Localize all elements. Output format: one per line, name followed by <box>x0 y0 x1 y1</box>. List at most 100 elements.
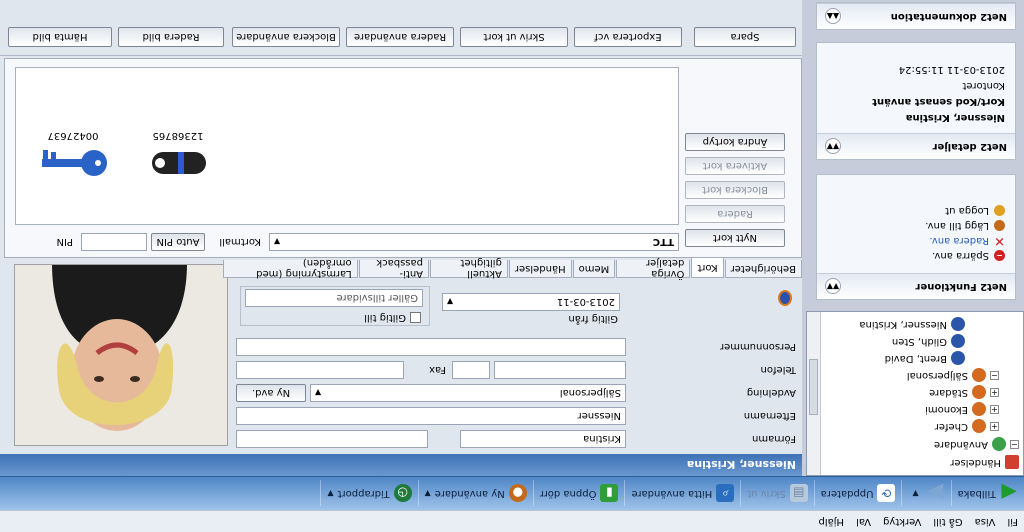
tab-alarm-control[interactable]: Larmstyrning (med områden) <box>222 258 358 280</box>
docs-panel-header[interactable]: Net2 dokumentation ▲▲ <box>817 3 1015 29</box>
print-button[interactable]: ▤ Skriv ut <box>740 480 814 507</box>
tree-item-user[interactable]: Glidh, Sten <box>892 333 965 350</box>
menu-bar: Fil Visa Gå till Verktyg Val Hjälp <box>0 510 1024 532</box>
tree-item-users[interactable]: − Användare <box>934 436 1019 453</box>
personnummer-field[interactable] <box>236 338 626 356</box>
export-vcf-button[interactable]: Exportera vcf <box>574 27 682 47</box>
department-select[interactable]: Säljpersonal <box>310 384 626 402</box>
card-format-select[interactable]: TTC <box>269 233 679 251</box>
fax-field[interactable] <box>236 361 404 379</box>
logout-link[interactable]: Logga ut <box>817 203 1015 218</box>
find-users-button[interactable]: ⌕ Hitta användare <box>624 480 741 507</box>
new-department-button[interactable]: Ny avd. <box>236 384 306 402</box>
back-arrow-icon: ◀ <box>1001 481 1017 506</box>
refresh-button[interactable]: ⟳ Uppdatera <box>813 480 902 507</box>
add-user-link[interactable]: Lägg till anv. <box>817 218 1015 233</box>
valid-to-field[interactable]: Gäller tillsvidare <box>245 289 423 307</box>
menu-view[interactable]: Visa <box>975 516 996 527</box>
menu-goto[interactable]: Gå till <box>933 516 962 527</box>
phone-field[interactable] <box>494 361 626 379</box>
chevron-down-icon[interactable]: ▼▼ <box>825 278 841 295</box>
valid-to-checkbox[interactable] <box>410 312 421 323</box>
search-icon: ⌕ <box>716 484 735 503</box>
expand-icon[interactable]: + <box>990 405 999 414</box>
key-token[interactable]: 00427637 <box>38 130 108 180</box>
first-name-field[interactable]: Kristina <box>460 430 626 448</box>
tab-card[interactable]: Kort <box>691 258 724 278</box>
menu-tools[interactable]: Verktyg <box>883 516 921 527</box>
tree-item-sales[interactable]: − Säljpersonal <box>907 367 999 384</box>
block-user-link[interactable]: − Spärra anv. <box>817 248 1015 263</box>
user-details-area: Förnamn Kristina Efternamn Niessner Avde… <box>0 56 802 454</box>
time-report-button[interactable]: ◷ Tidrapport ▼ <box>320 480 418 507</box>
delete-user-link[interactable]: ✕ Radera anv. <box>817 233 1015 248</box>
valid-from-field[interactable]: 2013-03-11 <box>442 293 620 311</box>
tree-scroll-thumb[interactable] <box>809 359 818 415</box>
tree-item-user-selected[interactable]: Niessner, Kristina <box>859 316 965 333</box>
chevron-down-icon[interactable]: ▼▼ <box>825 138 841 155</box>
key-number: 00427637 <box>47 130 99 141</box>
app-window: Fil Visa Gå till Verktyg Val Hjälp ◀ Til… <box>0 0 1024 532</box>
functions-panel-title: Net2 Funktioner <box>915 281 1007 292</box>
auto-pin-button[interactable]: Auto PIN <box>151 233 205 251</box>
forward-button[interactable]: ▶ ▼ <box>901 480 951 507</box>
last-name-field[interactable]: Niessner <box>236 407 626 425</box>
delete-photo-button[interactable]: Radera bild <box>118 27 224 47</box>
functions-panel-header[interactable]: Net2 Funktioner ▼▼ <box>817 273 1015 299</box>
portrait-image <box>14 264 227 445</box>
change-card-type-button[interactable]: Ändra kortyp <box>685 133 785 151</box>
new-card-button[interactable]: Nytt kort <box>685 229 785 247</box>
main-toolbar: ◀ Tillbaka ▶ ▼ ⟳ Uppdatera ▤ Skriv ut ⌕ H… <box>0 476 1024 510</box>
user-header: Niessner, Kristina <box>0 454 802 476</box>
activate-card-button[interactable]: Aktivera kort <box>685 157 785 175</box>
tree-scrollbar[interactable] <box>807 312 821 475</box>
user-icon <box>951 334 965 349</box>
get-photo-button[interactable]: Hämta bild <box>8 27 112 47</box>
key-icon <box>42 150 107 176</box>
tab-current-validity[interactable]: Aktuell giltighet <box>430 258 508 280</box>
tab-other-details[interactable]: Övriga detaljer <box>616 258 691 280</box>
print-card-button[interactable]: Skriv ut kort <box>460 27 568 47</box>
phone-ext-field[interactable] <box>452 361 490 379</box>
details-panel: Net2 detaljer ▼▼ Niessner, Kristina Kort… <box>816 42 1016 160</box>
back-button[interactable]: ◀ Tillbaka <box>950 480 1024 507</box>
open-door-label: Öppna dörr <box>539 488 597 499</box>
tab-memo[interactable]: Memo <box>572 260 616 278</box>
block-user-button[interactable]: Blockera användare <box>232 27 340 47</box>
chevron-up-icon[interactable]: ▲▲ <box>825 8 841 25</box>
collapse-icon[interactable]: − <box>1010 440 1019 449</box>
tab-events[interactable]: Händelser <box>508 260 572 278</box>
user-icon <box>951 351 965 366</box>
last-name-label: Efternamn <box>743 410 796 421</box>
tree-item-cleaners[interactable]: + Städare <box>929 384 999 401</box>
tree-item-economy[interactable]: + Ekonomi <box>925 401 999 418</box>
printer-icon: ▤ <box>789 484 808 503</box>
delete-user-button[interactable]: Radera användare <box>346 27 454 47</box>
open-door-button[interactable]: ▮ Öppna dörr <box>532 480 625 507</box>
save-button[interactable]: Spara <box>694 27 796 47</box>
menu-options[interactable]: Val <box>856 516 871 527</box>
tab-anti-passback[interactable]: Anti-passback <box>358 258 430 280</box>
tree-item-events[interactable]: Händelser <box>950 454 1019 471</box>
menu-help[interactable]: Hjälp <box>818 516 844 527</box>
fob-token[interactable]: 12368765 <box>148 130 208 180</box>
group-icon <box>972 368 986 383</box>
pin-field[interactable] <box>81 233 147 251</box>
header-user-name: Niessner, Kristina <box>686 458 796 472</box>
details-panel-header[interactable]: Net2 detaljer ▼▼ <box>817 133 1015 159</box>
middle-name-field[interactable] <box>236 430 428 448</box>
collapse-icon[interactable]: − <box>990 371 999 380</box>
fob-icon <box>152 152 206 174</box>
expand-icon[interactable]: + <box>990 422 999 431</box>
tree-item-managers[interactable]: + Chefer <box>935 418 999 435</box>
card-format-label: Kortmall <box>219 236 261 247</box>
block-card-button[interactable]: Blockera kort <box>685 181 785 199</box>
valid-from-label: Giltig från <box>568 313 618 324</box>
menu-file[interactable]: Fil <box>1007 516 1018 527</box>
tree-item-user[interactable]: Brent, David <box>885 350 965 367</box>
expand-icon[interactable]: + <box>990 388 999 397</box>
new-user-button[interactable]: ● Ny användare ▼ <box>417 480 533 507</box>
tab-permissions[interactable]: Behörigheter <box>724 260 802 278</box>
print-label: Skriv ut <box>747 488 786 499</box>
delete-card-button[interactable]: Radera <box>685 205 785 223</box>
